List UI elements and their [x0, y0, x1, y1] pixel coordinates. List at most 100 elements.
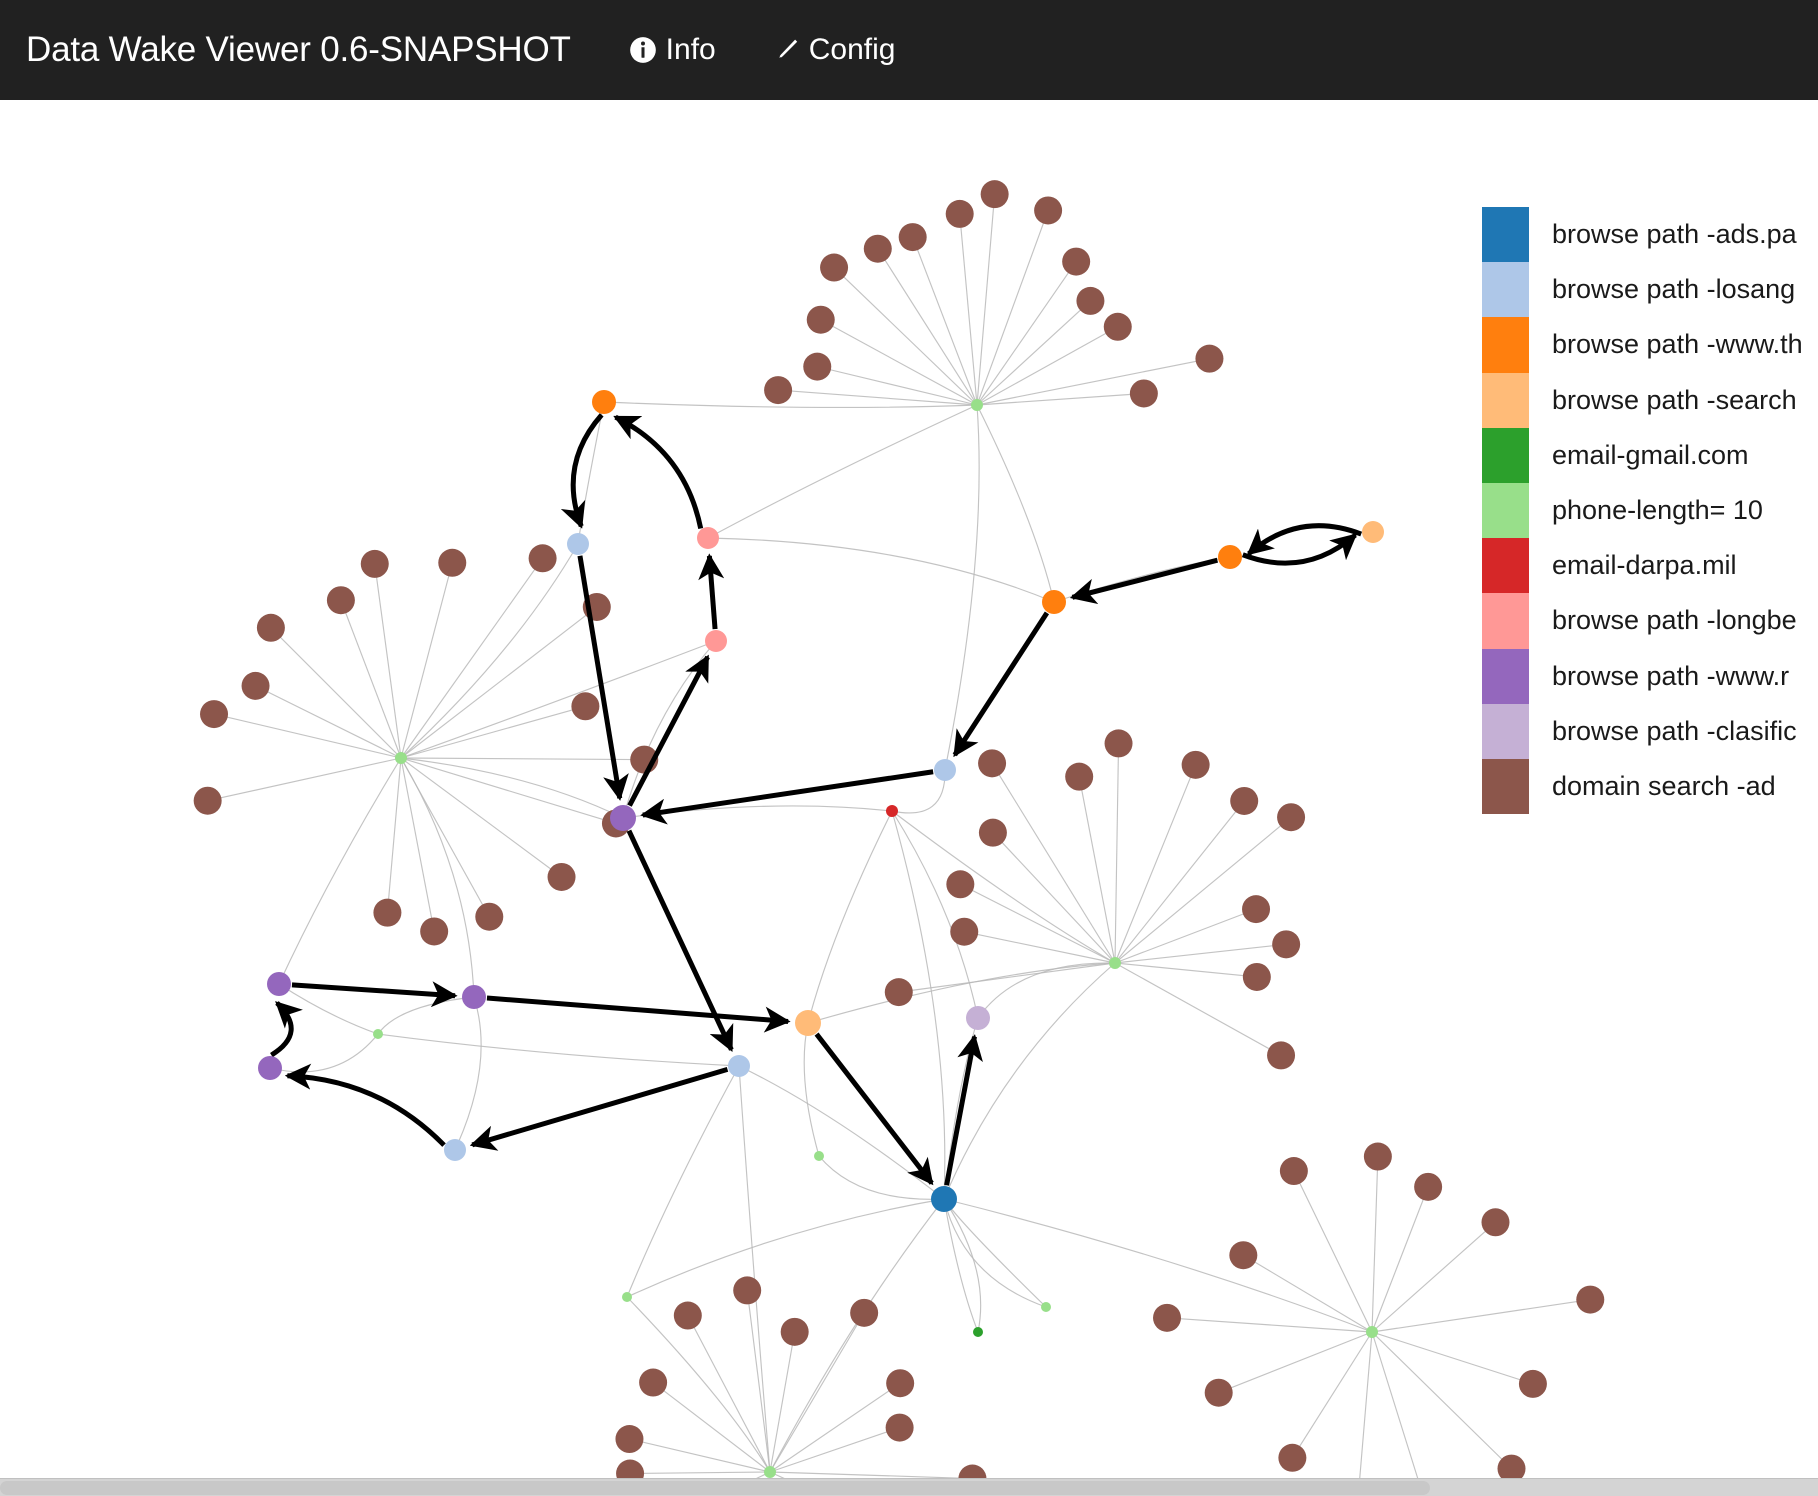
graph-node[interactable] [610, 805, 636, 831]
graph-node[interactable] [814, 1151, 824, 1161]
legend-item[interactable]: browse path -www.th [1482, 317, 1818, 373]
legend-item[interactable]: browse path -www.r [1482, 648, 1818, 704]
graph-node-leaf[interactable] [850, 1298, 879, 1327]
graph-node-leaf[interactable] [360, 549, 389, 578]
graph-node-leaf[interactable] [241, 671, 270, 700]
graph-node[interactable] [444, 1139, 466, 1161]
graph-node-leaf[interactable] [1034, 196, 1063, 225]
graph-node-leaf[interactable] [547, 862, 576, 891]
graph-node[interactable] [1218, 545, 1242, 569]
graph-node-leaf[interactable] [946, 870, 975, 899]
graph-node-leaf[interactable] [1103, 312, 1132, 341]
graph-node-leaf[interactable] [1065, 762, 1094, 791]
graph-node-leaf[interactable] [373, 898, 402, 927]
graph-node[interactable] [462, 985, 486, 1009]
graph-node-leaf[interactable] [1104, 729, 1133, 758]
graph-node-leaf[interactable] [1195, 344, 1224, 373]
graph-node[interactable] [267, 972, 291, 996]
graph-node-leaf[interactable] [863, 234, 892, 263]
graph-node-leaf[interactable] [1076, 286, 1105, 315]
graph-node-leaf[interactable] [615, 1425, 644, 1454]
graph-node-hub[interactable] [395, 752, 407, 764]
graph-node-leaf[interactable] [1267, 1041, 1296, 1070]
graph-node-hub[interactable] [971, 399, 983, 411]
legend-item[interactable]: browse path -search [1482, 372, 1818, 428]
graph-node[interactable] [567, 533, 589, 555]
graph-node[interactable] [622, 1292, 632, 1302]
graph-node-leaf[interactable] [1576, 1285, 1605, 1314]
graph-node[interactable] [795, 1010, 821, 1036]
graph-node-leaf[interactable] [806, 305, 835, 334]
leaf-node-layer[interactable] [193, 180, 1605, 1480]
graph-node[interactable] [697, 527, 719, 549]
graph-node-leaf[interactable] [803, 352, 832, 381]
graph-node[interactable] [1042, 590, 1066, 614]
horizontal-scrollbar[interactable] [0, 1478, 1818, 1496]
graph-node-leaf[interactable] [475, 902, 504, 931]
graph-node[interactable] [886, 805, 898, 817]
graph-node[interactable] [966, 1006, 990, 1030]
graph-node-leaf[interactable] [950, 917, 979, 946]
graph-node[interactable] [1362, 521, 1384, 543]
graph-node-leaf[interactable] [898, 223, 927, 252]
graph-node-leaf[interactable] [1279, 1157, 1308, 1186]
graph-node-leaf[interactable] [1242, 895, 1271, 924]
graph-node-leaf[interactable] [1277, 803, 1306, 832]
graph-node-leaf[interactable] [571, 692, 600, 721]
graph-node-leaf[interactable] [978, 818, 1007, 847]
graph-node-leaf[interactable] [1363, 1142, 1392, 1171]
nav-info-link[interactable]: Info [629, 33, 716, 67]
graph-node[interactable] [934, 759, 956, 781]
graph-node-leaf[interactable] [980, 180, 1009, 209]
graph-node-leaf[interactable] [256, 613, 285, 642]
graph-node-leaf[interactable] [820, 253, 849, 282]
scrollbar-thumb[interactable] [0, 1481, 1430, 1495]
graph-node-leaf[interactable] [200, 700, 229, 729]
legend-item[interactable]: domain search -ad [1482, 758, 1818, 814]
graph-node[interactable] [973, 1327, 983, 1337]
graph-node-leaf[interactable] [1242, 962, 1271, 991]
graph-node[interactable] [705, 630, 727, 652]
graph-node-leaf[interactable] [1230, 786, 1259, 815]
graph-node-leaf[interactable] [978, 749, 1007, 778]
graph-node-hub[interactable] [1366, 1326, 1378, 1338]
graph-node-leaf[interactable] [1153, 1303, 1182, 1332]
graph-node-leaf[interactable] [1229, 1241, 1258, 1270]
graph-node-leaf[interactable] [673, 1301, 702, 1330]
graph-node-leaf[interactable] [193, 786, 222, 815]
legend-item[interactable]: browse path -longbe [1482, 593, 1818, 649]
legend-item[interactable]: phone-length= 10 [1482, 482, 1818, 539]
graph-node-leaf[interactable] [1272, 930, 1301, 959]
graph-node[interactable] [1041, 1302, 1051, 1312]
graph-node[interactable] [728, 1055, 750, 1077]
graph-node-leaf[interactable] [1062, 247, 1091, 276]
graph-node-leaf[interactable] [1278, 1443, 1307, 1472]
legend-item[interactable]: email-darpa.mil [1482, 538, 1818, 594]
legend-item[interactable]: browse path -losang [1482, 262, 1818, 318]
nav-config-link[interactable]: Config [772, 33, 895, 67]
graph-node-leaf[interactable] [1481, 1208, 1510, 1237]
graph-node-leaf[interactable] [733, 1276, 762, 1305]
graph-node-leaf[interactable] [1414, 1172, 1443, 1201]
graph-node-leaf[interactable] [420, 917, 449, 946]
graph-node-leaf[interactable] [780, 1317, 809, 1346]
graph-node-hub[interactable] [764, 1466, 776, 1478]
graph-node-leaf[interactable] [885, 1413, 914, 1442]
graph-node-leaf[interactable] [1129, 379, 1158, 408]
legend-item[interactable]: browse path -clasific [1482, 703, 1818, 759]
graph-node-leaf[interactable] [945, 199, 974, 228]
graph-node-leaf[interactable] [639, 1368, 668, 1397]
graph-node-hub[interactable] [1109, 957, 1121, 969]
graph-node[interactable] [592, 390, 616, 414]
graph-node-leaf[interactable] [438, 548, 467, 577]
graph-node-leaf[interactable] [616, 1459, 645, 1480]
graph-node[interactable] [258, 1056, 282, 1080]
graph-node-leaf[interactable] [1518, 1369, 1547, 1398]
graph-node-leaf[interactable] [1181, 750, 1210, 779]
graph-node[interactable] [373, 1029, 383, 1039]
graph-node-leaf[interactable] [884, 978, 913, 1007]
graph-node-leaf[interactable] [1204, 1378, 1233, 1407]
graph-node-leaf[interactable] [764, 376, 793, 405]
graph-node-leaf[interactable] [528, 544, 557, 573]
legend-item[interactable]: email-gmail.com [1482, 427, 1818, 483]
